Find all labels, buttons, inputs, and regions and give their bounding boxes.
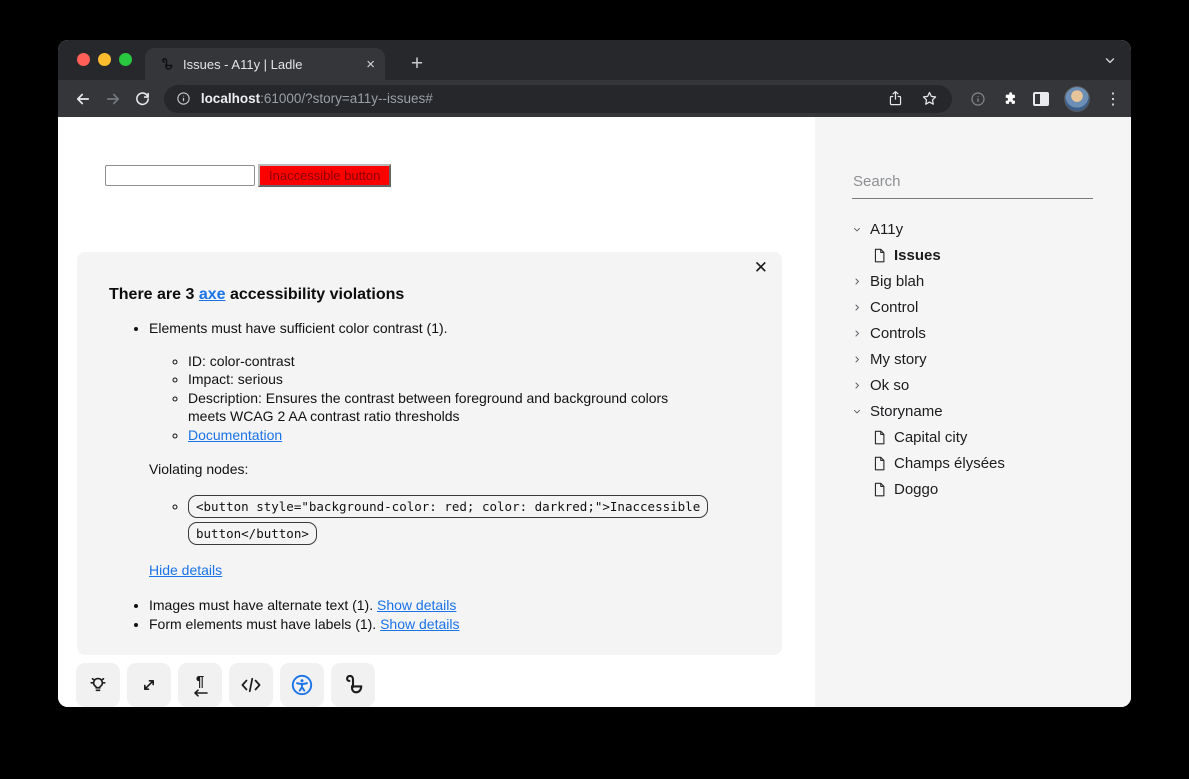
file-icon <box>873 482 886 497</box>
unlabeled-text-input[interactable] <box>105 165 255 186</box>
axe-link[interactable]: axe <box>199 286 226 303</box>
inaccessible-button[interactable]: Inaccessible button <box>258 164 391 187</box>
new-tab-button[interactable]: + <box>402 49 432 79</box>
share-icon[interactable] <box>888 90 903 107</box>
tab-title: Issues - A11y | Ladle <box>183 57 357 72</box>
expand-arrows-icon <box>139 675 159 695</box>
tab-strip: Issues - A11y | Ladle × + <box>58 40 1131 80</box>
browser-window: Issues - A11y | Ladle × + localhost:6100… <box>58 40 1131 707</box>
tree-story-issues[interactable]: Issues <box>852 242 1131 268</box>
story-content: Inaccessible button <box>105 164 391 187</box>
violation-image-alt: Images must have alternate text (1). Sho… <box>149 596 742 615</box>
chevron-right-icon <box>852 380 862 391</box>
file-icon <box>873 248 886 263</box>
theme-toggle-button[interactable] <box>76 663 120 707</box>
window-controls <box>77 53 132 66</box>
accessibility-icon <box>290 673 314 697</box>
violation-id: ID: color-contrast <box>188 352 709 371</box>
violation-color-contrast: Elements must have sufficient color cont… <box>149 319 742 579</box>
show-details-link[interactable]: Show details <box>377 597 456 613</box>
browser-toolbar: localhost:61000/?story=a11y--issues# ⋮ <box>58 80 1131 117</box>
tree-folder-big-blah[interactable]: Big blah <box>852 268 1131 294</box>
documentation-link[interactable]: Documentation <box>188 427 282 443</box>
minimize-window-button[interactable] <box>98 53 111 66</box>
chrome-menu-icon[interactable]: ⋮ <box>1105 89 1121 109</box>
violations-heading: There are 3 axe accessibility violations <box>109 286 742 304</box>
lightbulb-icon <box>87 674 109 696</box>
violations-list: Elements must have sufficient color cont… <box>109 319 742 633</box>
profile-avatar[interactable] <box>1064 86 1090 112</box>
file-icon <box>873 430 886 445</box>
code-icon <box>240 676 262 694</box>
page-viewport: Inaccessible button ✕ There are 3 axe ac… <box>58 117 1131 707</box>
tab-search-chevron-icon[interactable] <box>1103 53 1117 67</box>
violation-summary: Elements must have sufficient color cont… <box>149 320 448 336</box>
a11y-violations-panel: ✕ There are 3 axe accessibility violatio… <box>77 252 782 655</box>
url-host: localhost <box>201 91 260 106</box>
toolbar-right-icons: ⋮ <box>970 86 1121 112</box>
tree-folder-my-story[interactable]: My story <box>852 346 1131 372</box>
chevron-right-icon <box>852 328 862 339</box>
a11y-report-button[interactable] <box>280 663 324 707</box>
tree-folder-storyname[interactable]: Storyname <box>852 398 1131 424</box>
fullscreen-button[interactable] <box>127 663 171 707</box>
hide-details-link[interactable]: Hide details <box>149 561 222 580</box>
tree-story-champs-elysees[interactable]: Champs élysées <box>852 450 1131 476</box>
file-icon <box>873 456 886 471</box>
back-button[interactable] <box>68 84 98 114</box>
close-panel-icon[interactable]: ✕ <box>754 259 768 276</box>
story-sidebar: A11y Issues Big blah Control Controls <box>815 117 1131 707</box>
ladle-icon <box>341 673 365 697</box>
maximize-window-button[interactable] <box>119 53 132 66</box>
extension-info-icon[interactable] <box>970 91 986 107</box>
bookmark-star-icon[interactable] <box>921 90 938 107</box>
tree-story-doggo[interactable]: Doggo <box>852 476 1131 502</box>
url-bar[interactable]: localhost:61000/?story=a11y--issues# <box>164 85 952 113</box>
site-info-icon[interactable] <box>176 91 191 106</box>
reload-button[interactable] <box>128 84 158 114</box>
tree-story-capital-city[interactable]: Capital city <box>852 424 1131 450</box>
story-frame: Inaccessible button ✕ There are 3 axe ac… <box>58 117 815 707</box>
tab-close-icon[interactable]: × <box>366 57 375 72</box>
chevron-down-icon <box>852 224 862 235</box>
tree-folder-control[interactable]: Control <box>852 294 1131 320</box>
browser-tab[interactable]: Issues - A11y | Ladle × <box>145 48 385 80</box>
violation-impact: Impact: serious <box>188 370 709 389</box>
chevron-down-icon <box>852 406 862 417</box>
side-panel-icon[interactable] <box>1033 92 1049 106</box>
violation-details: ID: color-contrast Impact: serious Descr… <box>149 352 709 445</box>
chevron-right-icon <box>852 354 862 365</box>
rtl-toggle-button[interactable]: ¶ <box>178 663 222 707</box>
search-input[interactable] <box>852 169 1093 199</box>
tree-folder-a11y[interactable]: A11y <box>852 216 1131 242</box>
show-details-link[interactable]: Show details <box>380 616 459 632</box>
story-source-button[interactable] <box>229 663 273 707</box>
violating-node-item: <button style="background-color: red; co… <box>188 493 711 547</box>
ladle-story-toolbar: ¶ <box>76 663 375 707</box>
story-tree: A11y Issues Big blah Control Controls <box>852 216 1131 502</box>
url-text[interactable]: localhost:61000/?story=a11y--issues# <box>201 91 878 106</box>
violating-node-code: <button style="background-color: red; co… <box>188 495 708 545</box>
chevron-right-icon <box>852 276 862 287</box>
violating-nodes-list: <button style="background-color: red; co… <box>149 493 711 547</box>
url-path: :61000/?story=a11y--issues# <box>260 91 433 106</box>
close-window-button[interactable] <box>77 53 90 66</box>
tree-folder-ok-so[interactable]: Ok so <box>852 372 1131 398</box>
chevron-right-icon <box>852 302 862 313</box>
documentation-item: Documentation <box>188 426 709 445</box>
violation-form-labels: Form elements must have labels (1). Show… <box>149 615 742 634</box>
paragraph-rtl-icon: ¶ <box>193 674 208 697</box>
violation-description: Description: Ensures the contrast betwee… <box>188 389 709 426</box>
violating-nodes-label: Violating nodes: <box>149 460 742 479</box>
ladle-favicon-icon <box>159 57 174 72</box>
tree-folder-controls[interactable]: Controls <box>852 320 1131 346</box>
extensions-puzzle-icon[interactable] <box>1001 90 1018 107</box>
ladle-menu-button[interactable] <box>331 663 375 707</box>
forward-button <box>98 84 128 114</box>
